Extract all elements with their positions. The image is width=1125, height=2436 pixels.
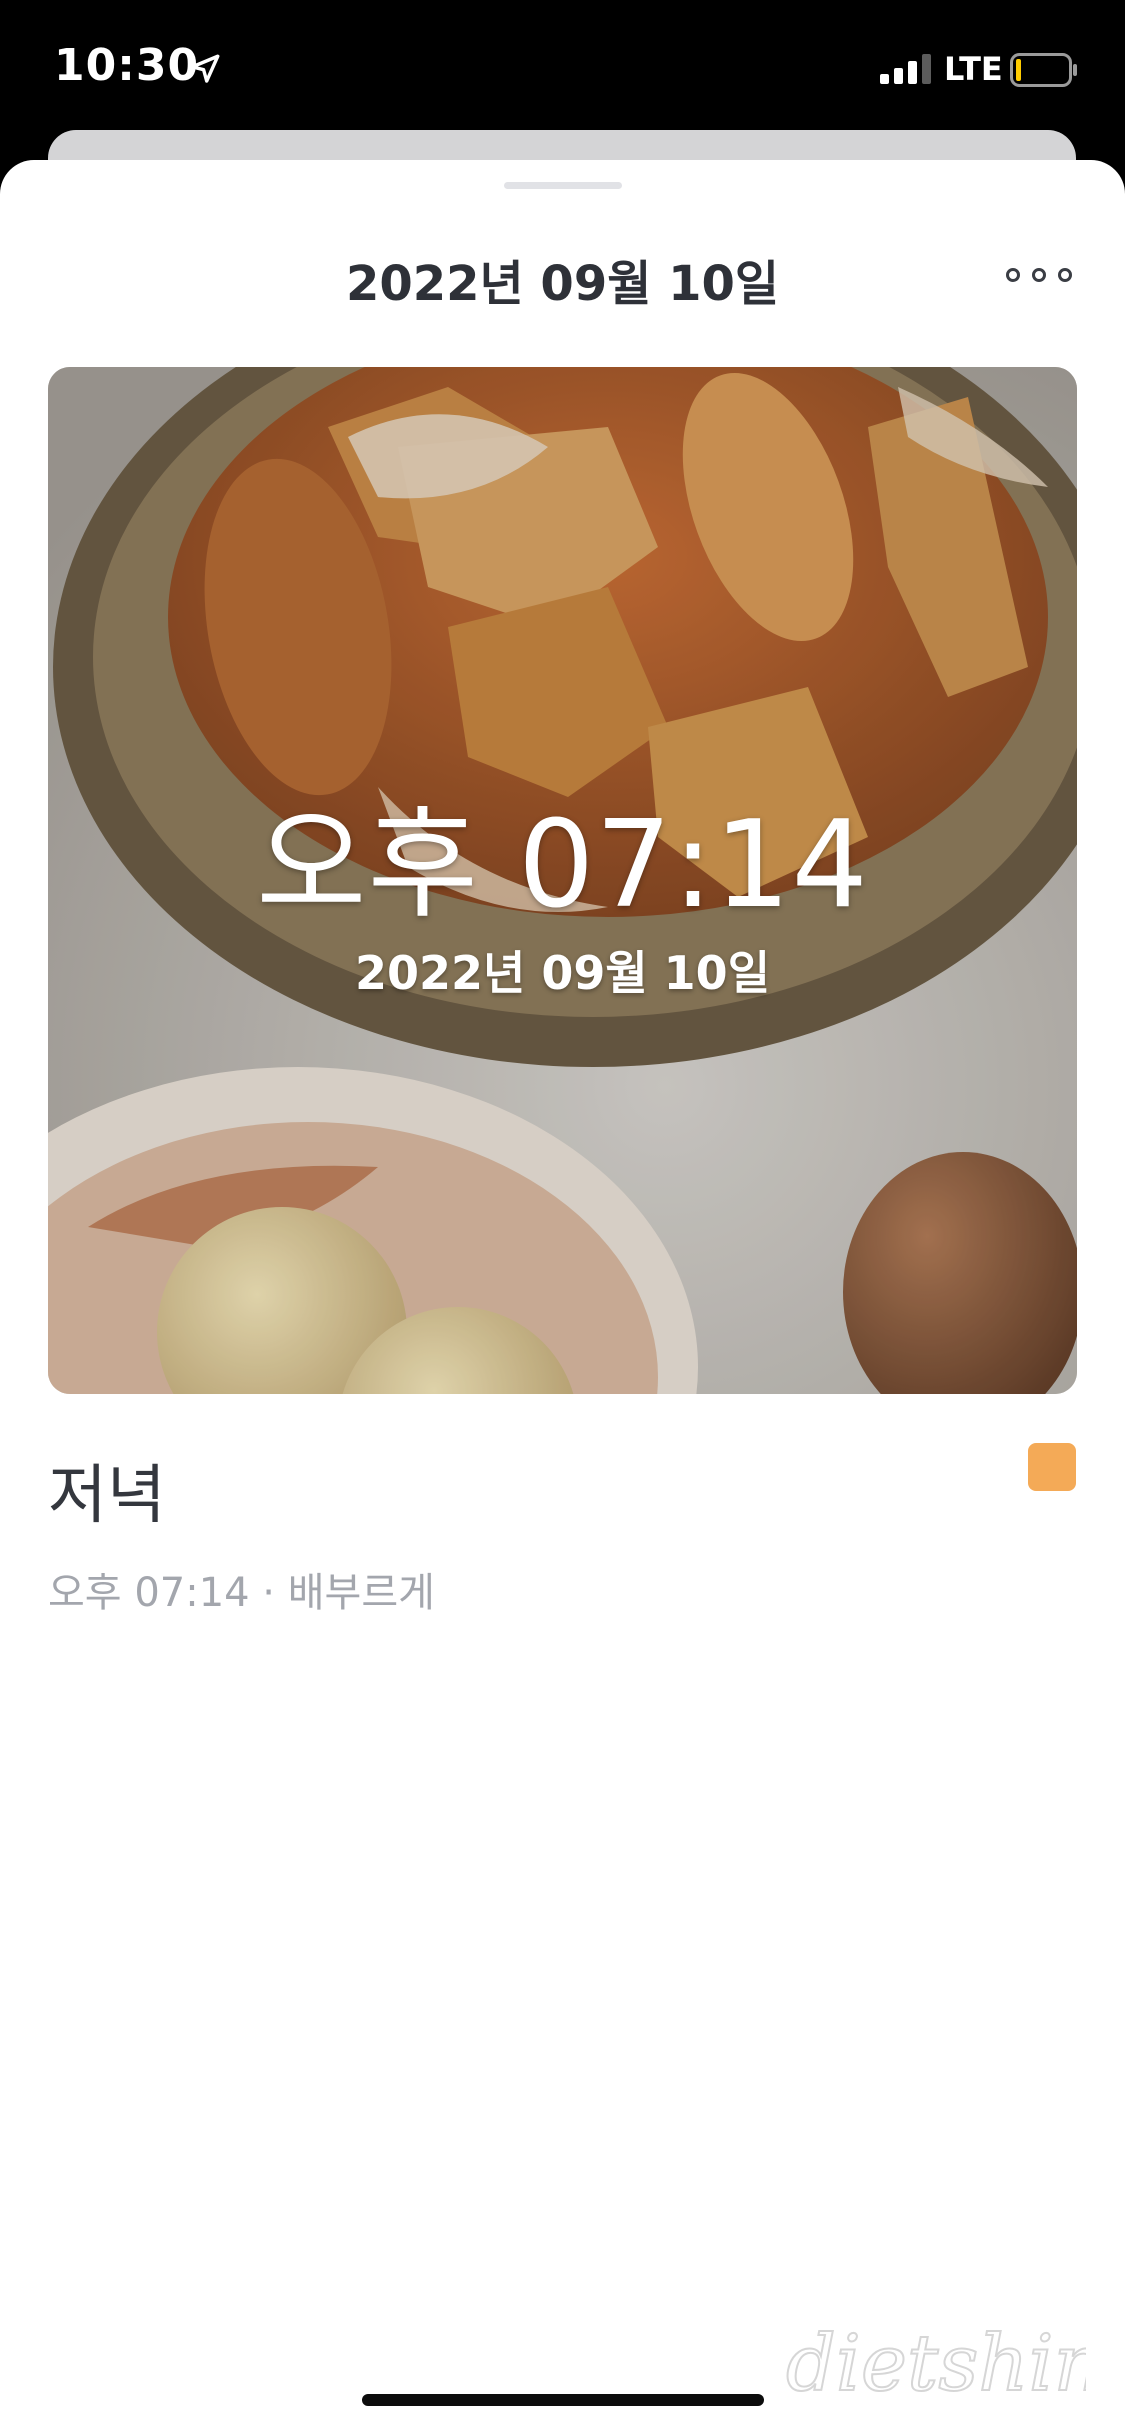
meal-type-title: 저녁: [48, 1459, 166, 1533]
detail-sheet: 2022년 09월 10일 오후 07:14 2022년 09월 10일 저녁 …: [0, 160, 1125, 2436]
status-time: 10:30: [54, 40, 200, 91]
location-arrow-icon: [190, 54, 220, 83]
watermark-logo: dietshin.com: [786, 2318, 1086, 2410]
sheet-grabber[interactable]: [504, 182, 622, 189]
network-label: LTE: [944, 50, 1003, 88]
more-dots-icon: [1032, 268, 1046, 282]
more-options-button[interactable]: [1006, 260, 1072, 290]
meal-meta-text: 오후 07:14 · 배부르게: [48, 1570, 435, 1616]
meal-color-tag: [1028, 1443, 1076, 1491]
page-title: 2022년 09월 10일: [345, 256, 780, 312]
battery-low-icon: [1010, 53, 1077, 87]
status-bar: 10:30 LTE: [0, 0, 1125, 140]
more-dots-icon: [1058, 268, 1072, 282]
more-dots-icon: [1006, 268, 1020, 282]
photo-overlay-date: 2022년 09월 10일: [354, 946, 771, 1000]
home-indicator[interactable]: [362, 2394, 764, 2406]
meal-photo[interactable]: 오후 07:14 2022년 09월 10일: [48, 367, 1077, 1394]
photo-overlay-time: 오후 07:14: [256, 796, 869, 935]
signal-bars-icon: [880, 54, 931, 84]
watermark-text: dietshin.com: [786, 2319, 1086, 2409]
